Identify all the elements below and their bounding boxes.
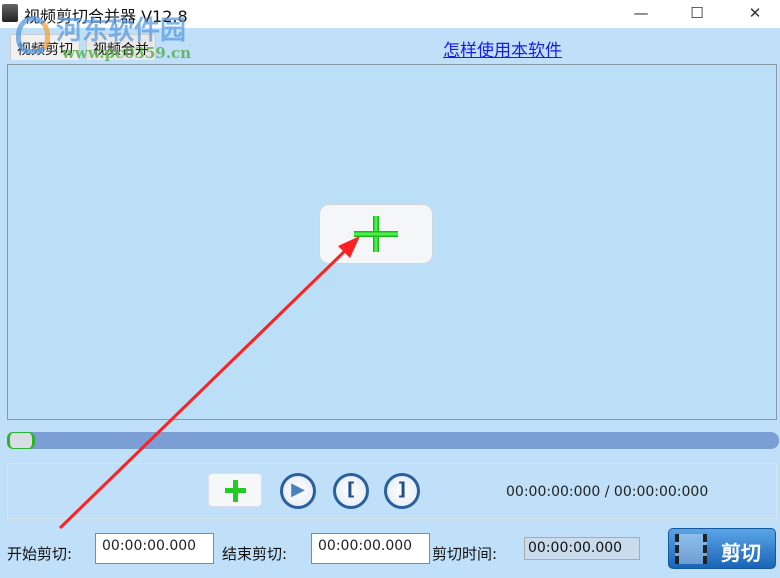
time-display: 00:00:00:000 / 00:00:00:000 (506, 484, 709, 500)
scissors-app-icon (2, 4, 18, 22)
cut-button-label: 剪切 (721, 541, 761, 565)
seek-handle[interactable] (7, 432, 35, 449)
cut-button[interactable]: 剪切 (668, 528, 776, 569)
plus-icon-bar (225, 488, 246, 493)
title-bar: 视频剪切合并器 V12.8 — ☐ ✕ (0, 0, 780, 28)
plus-icon (354, 216, 398, 252)
open-file-button[interactable] (208, 473, 262, 507)
add-video-button[interactable] (319, 204, 433, 264)
start-cut-label: 开始剪切: (7, 545, 73, 563)
tab-video-cut[interactable]: 视频剪切 (10, 34, 80, 60)
tab-bar: 视频剪切 视频合并 (0, 28, 780, 64)
close-button[interactable]: ✕ (732, 0, 778, 28)
tab-video-merge[interactable]: 视频合并 (86, 34, 156, 60)
window-title: 视频剪切合并器 V12.8 (24, 7, 188, 26)
help-link[interactable]: 怎样使用本软件 (443, 36, 562, 61)
maximize-button[interactable]: ☐ (674, 0, 720, 28)
end-cut-label: 结束剪切: (222, 545, 288, 563)
end-cut-input[interactable]: 00:00:00.000 (311, 533, 430, 564)
minimize-button[interactable]: — (618, 0, 664, 28)
mark-in-button[interactable]: [ (333, 473, 369, 509)
scissors-film-icon (675, 534, 707, 564)
mark-out-button[interactable]: ] (384, 473, 420, 509)
cut-duration-value: 00:00:00.000 (524, 537, 640, 560)
cut-duration-label: 剪切时间: (432, 545, 498, 563)
seek-slider[interactable] (7, 432, 779, 449)
play-button[interactable]: ▶ (280, 473, 316, 509)
start-cut-input[interactable]: 00:00:00.000 (95, 533, 214, 564)
